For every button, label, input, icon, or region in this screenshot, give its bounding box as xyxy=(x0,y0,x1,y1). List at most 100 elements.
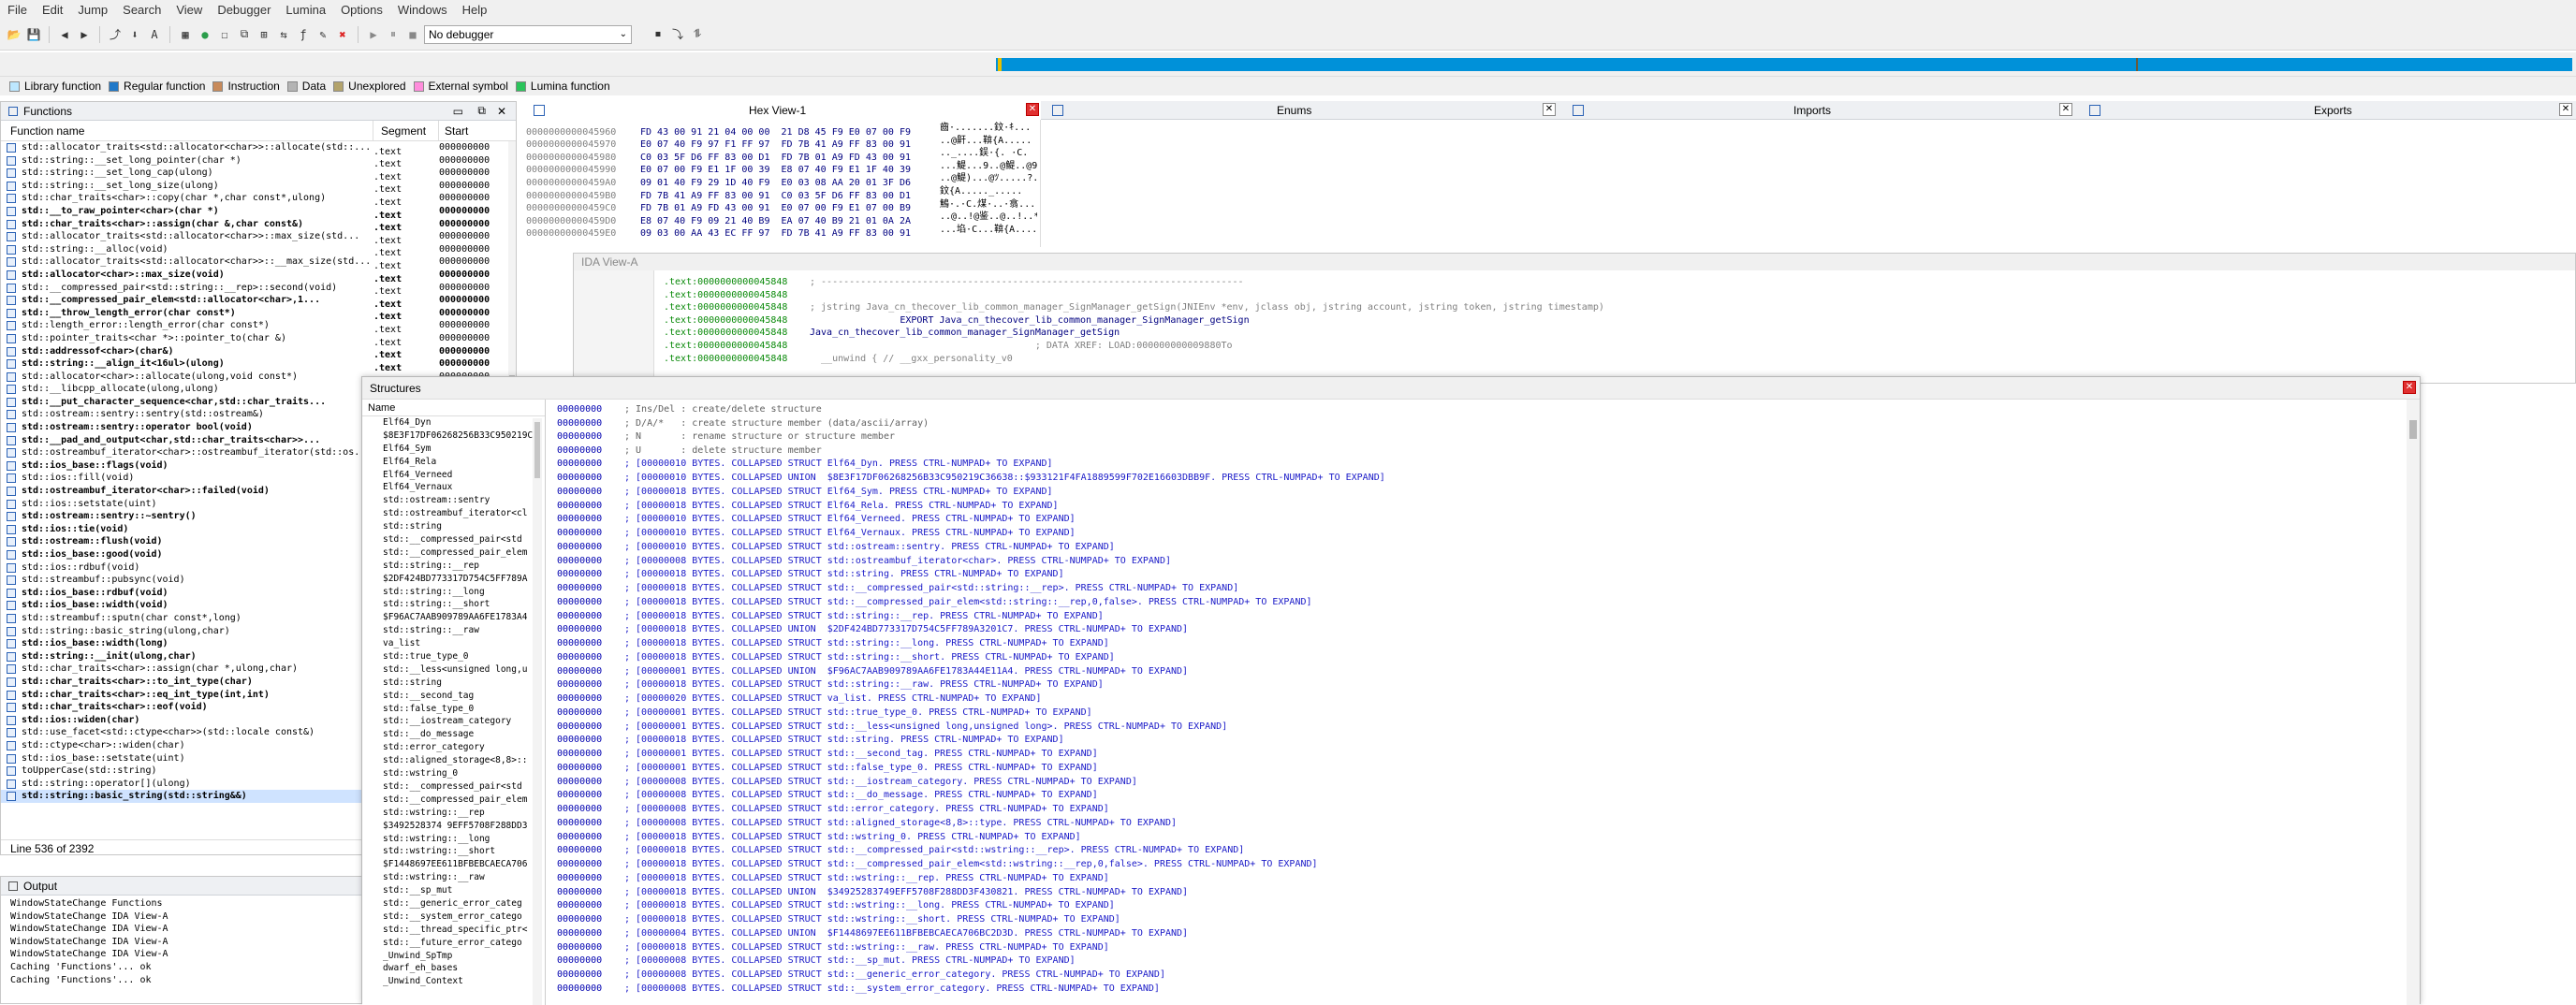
structure-row[interactable]: ›00000000; [00000008 BYTES. COLLAPSED ST… xyxy=(557,803,2408,817)
pause-icon[interactable]: ⏸ xyxy=(385,26,402,43)
structures-list-scrollbar[interactable] xyxy=(533,418,542,1005)
structure-name-item[interactable]: Elf64_Dyn xyxy=(383,416,545,430)
structure-row[interactable]: ›00000000; [00000004 BYTES. COLLAPSED UN… xyxy=(557,927,2408,941)
structure-row[interactable]: ›00000000; [00000001 BYTES. COLLAPSED ST… xyxy=(557,748,2408,762)
close-icon[interactable]: ✕ xyxy=(2059,103,2072,116)
function-row[interactable]: std::allocator_traits<std::allocator<cha… xyxy=(1,255,516,269)
structure-row[interactable]: ›00000000; [00000001 BYTES. COLLAPSED UN… xyxy=(557,665,2408,679)
structure-row[interactable]: ›00000000; [00000018 BYTES. COLLAPSED ST… xyxy=(557,678,2408,692)
hex-row[interactable]: 00000000000459D0 E8 07 40 F9 09 21 40 B9 … xyxy=(524,211,1040,224)
function-row[interactable]: std::__compressed_pair<std::string::__re… xyxy=(1,282,516,294)
function-row[interactable]: std::__throw_length_error(char const*) .t… xyxy=(1,307,516,319)
structure-name-item[interactable]: std::string xyxy=(383,520,545,533)
menu-debugger[interactable]: Debugger xyxy=(210,3,278,17)
hex-view[interactable]: 0000000000045960 FD 43 00 91 21 04 00 00 … xyxy=(524,120,1041,247)
structure-row[interactable]: ›00000000; [00000018 BYTES. COLLAPSED ST… xyxy=(557,858,2408,872)
structure-name-item[interactable]: _Unwind_SpTmp xyxy=(383,950,545,963)
circle-icon[interactable]: ● xyxy=(197,26,213,43)
structures-listing[interactable]: 00000000 ; Ins/Del : create/delete struct… xyxy=(546,400,2408,1005)
close-icon[interactable]: ✕ xyxy=(497,105,506,118)
menu-view[interactable]: View xyxy=(168,3,210,17)
hex-row[interactable]: 0000000000045990 E0 07 00 F9 E1 1F 00 39 … xyxy=(524,160,1040,173)
menu-lumina[interactable]: Lumina xyxy=(278,3,333,17)
structure-name-item[interactable]: std::aligned_storage<8,8>:: xyxy=(383,754,545,767)
minimize-icon[interactable]: ▭ xyxy=(453,105,463,118)
structure-row[interactable]: ›00000000; [00000018 BYTES. COLLAPSED ST… xyxy=(557,610,2408,624)
structure-row[interactable]: ›00000000; [00000018 BYTES. COLLAPSED ST… xyxy=(557,596,2408,610)
function-row[interactable]: std::__compressed_pair_elem<std::allocat… xyxy=(1,294,516,307)
structure-name-item[interactable]: std::string xyxy=(383,677,545,690)
function-row[interactable]: std::string::__set_long_cap(ulong) .text 0… xyxy=(1,167,516,180)
structure-row[interactable]: ›00000000; [00000008 BYTES. COLLAPSED ST… xyxy=(557,776,2408,790)
structure-name-item[interactable]: std::true_type_0 xyxy=(383,650,545,663)
structure-row[interactable]: ›00000000; [00000010 BYTES. COLLAPSED ST… xyxy=(557,541,2408,555)
back-icon[interactable]: ◀ xyxy=(56,26,73,43)
breakpoint-icon[interactable]: ⏹ xyxy=(650,26,666,43)
structure-name-item[interactable]: std::wstring::__short xyxy=(383,845,545,858)
func-icon[interactable]: ƒ xyxy=(295,26,312,43)
open-icon[interactable]: 📂 xyxy=(6,26,22,43)
structure-name-item[interactable]: std::ostreambuf_iterator<cl xyxy=(383,507,545,520)
close-icon[interactable]: ✕ xyxy=(2403,381,2416,394)
structure-name-item[interactable]: std::false_type_0 xyxy=(383,703,545,716)
function-row[interactable]: std::char_traits<char>::assign(char &,ch… xyxy=(1,218,516,230)
tab-imports[interactable]: Imports ✕ xyxy=(1565,101,2080,120)
function-row[interactable]: std::allocator_traits<std::allocator<cha… xyxy=(1,230,516,243)
structure-row[interactable]: ›00000000; [00000018 BYTES. COLLAPSED ST… xyxy=(557,899,2408,913)
structure-row[interactable]: ›00000000; [00000001 BYTES. COLLAPSED ST… xyxy=(557,762,2408,776)
debugger-select[interactable]: No debugger ⌄ xyxy=(424,24,632,44)
structure-name-item[interactable]: Elf64_Vernaux xyxy=(383,481,545,494)
menu-windows[interactable]: Windows xyxy=(390,3,455,17)
stop-icon[interactable]: ✖ xyxy=(334,26,351,43)
structure-name-item[interactable]: std::__second_tag xyxy=(383,690,545,703)
close-icon[interactable]: ✕ xyxy=(2559,103,2572,116)
trace-icon[interactable]: ⥮ xyxy=(689,26,706,43)
struct-icon[interactable]: ⧉ xyxy=(236,26,253,43)
structure-name-item[interactable]: std::__compressed_pair_elem xyxy=(383,546,545,560)
hex-row[interactable]: 0000000000045980 C0 03 5F D6 FF 83 00 D1 … xyxy=(524,147,1040,160)
structure-name-item[interactable]: std::__iostream_category xyxy=(383,715,545,728)
structure-name-item[interactable]: std::__system_error_catego xyxy=(383,910,545,924)
structure-name-item[interactable]: std::string::__long xyxy=(383,586,545,599)
function-row[interactable]: std::allocator_traits<std::allocator<cha… xyxy=(1,141,516,154)
function-row[interactable]: std::addressof<char>(char&) .text 00000000… xyxy=(1,345,516,357)
hex-row[interactable]: 00000000000459C0 FD 7B 01 A9 FD 43 00 91 … xyxy=(524,198,1040,211)
hex-row[interactable]: 00000000000459B0 FD 7B 41 A9 FF 83 00 91 … xyxy=(524,185,1040,198)
structure-name-item[interactable]: dwarf_eh_bases xyxy=(383,962,545,975)
step-icon[interactable]: ⤵ xyxy=(669,26,686,43)
structure-name-item[interactable]: Elf64_Rela xyxy=(383,456,545,469)
structure-row[interactable]: ›00000000; [00000018 BYTES. COLLAPSED ST… xyxy=(557,872,2408,886)
structure-row[interactable]: ›00000000; [00000008 BYTES. COLLAPSED ST… xyxy=(557,555,2408,569)
structure-name-item[interactable]: $F96AC7AAB909789AA6FE1783A4 xyxy=(383,611,545,624)
structure-name-item[interactable]: Elf64_Sym xyxy=(383,443,545,456)
structure-name-item[interactable]: $2DF424BD773317D754C5FF789A xyxy=(383,573,545,586)
structure-name-item[interactable]: std::__do_message xyxy=(383,728,545,741)
structure-row[interactable]: ›00000000; [00000020 BYTES. COLLAPSED ST… xyxy=(557,692,2408,706)
structure-name-item[interactable]: _Unwind_Context xyxy=(383,975,545,988)
tab-hex-view[interactable]: Hex View-1 ✕ xyxy=(524,101,1041,120)
hex-row[interactable]: 00000000000459E0 09 03 00 AA 43 EC FF 97 … xyxy=(524,224,1040,237)
run-icon[interactable]: ▶ xyxy=(365,26,382,43)
structure-name-item[interactable]: std::__compressed_pair<std xyxy=(383,780,545,794)
structure-row[interactable]: ›00000000; [00000010 BYTES. COLLAPSED ST… xyxy=(557,513,2408,527)
structure-row[interactable]: ›00000000; [00000008 BYTES. COLLAPSED ST… xyxy=(557,983,2408,997)
structure-row[interactable]: ›00000000; [00000008 BYTES. COLLAPSED ST… xyxy=(557,789,2408,803)
function-row[interactable]: std::string::__set_long_pointer(char *).… xyxy=(1,154,516,167)
function-row[interactable]: std::allocator<char>::max_size(void) .tex… xyxy=(1,269,516,282)
structure-name-item[interactable]: std::string::__short xyxy=(383,598,545,611)
structure-name-item[interactable]: std::wstring_0 xyxy=(383,767,545,780)
code-icon[interactable]: ☐ xyxy=(216,26,233,43)
structure-name-item[interactable]: std::__thread_specific_ptr< xyxy=(383,924,545,937)
structure-row[interactable]: ›00000000; [00000010 BYTES. COLLAPSED ST… xyxy=(557,458,2408,472)
jump-icon[interactable]: ⤴ xyxy=(107,26,124,43)
function-row[interactable]: std::string::__set_long_size(ulong) .text… xyxy=(1,180,516,192)
structure-name-item[interactable]: std::error_category xyxy=(383,741,545,754)
structure-row[interactable]: ›00000000; [00000008 BYTES. COLLAPSED ST… xyxy=(557,969,2408,983)
structure-row[interactable]: ›00000000; [00000018 BYTES. COLLAPSED UN… xyxy=(557,886,2408,900)
function-row[interactable]: std::pointer_traits<char *>::pointer_to(… xyxy=(1,332,516,345)
function-row[interactable]: std::char_traits<char>::copy(char *,char… xyxy=(1,192,516,205)
structure-row[interactable]: ›00000000; [00000018 BYTES. COLLAPSED ST… xyxy=(557,637,2408,651)
function-row[interactable]: std::__to_raw_pointer<char>(char *) .text… xyxy=(1,205,516,218)
structure-name-item[interactable]: std::__compressed_pair<std xyxy=(383,533,545,546)
structure-row[interactable]: ›00000000; [00000010 BYTES. COLLAPSED ST… xyxy=(557,527,2408,541)
